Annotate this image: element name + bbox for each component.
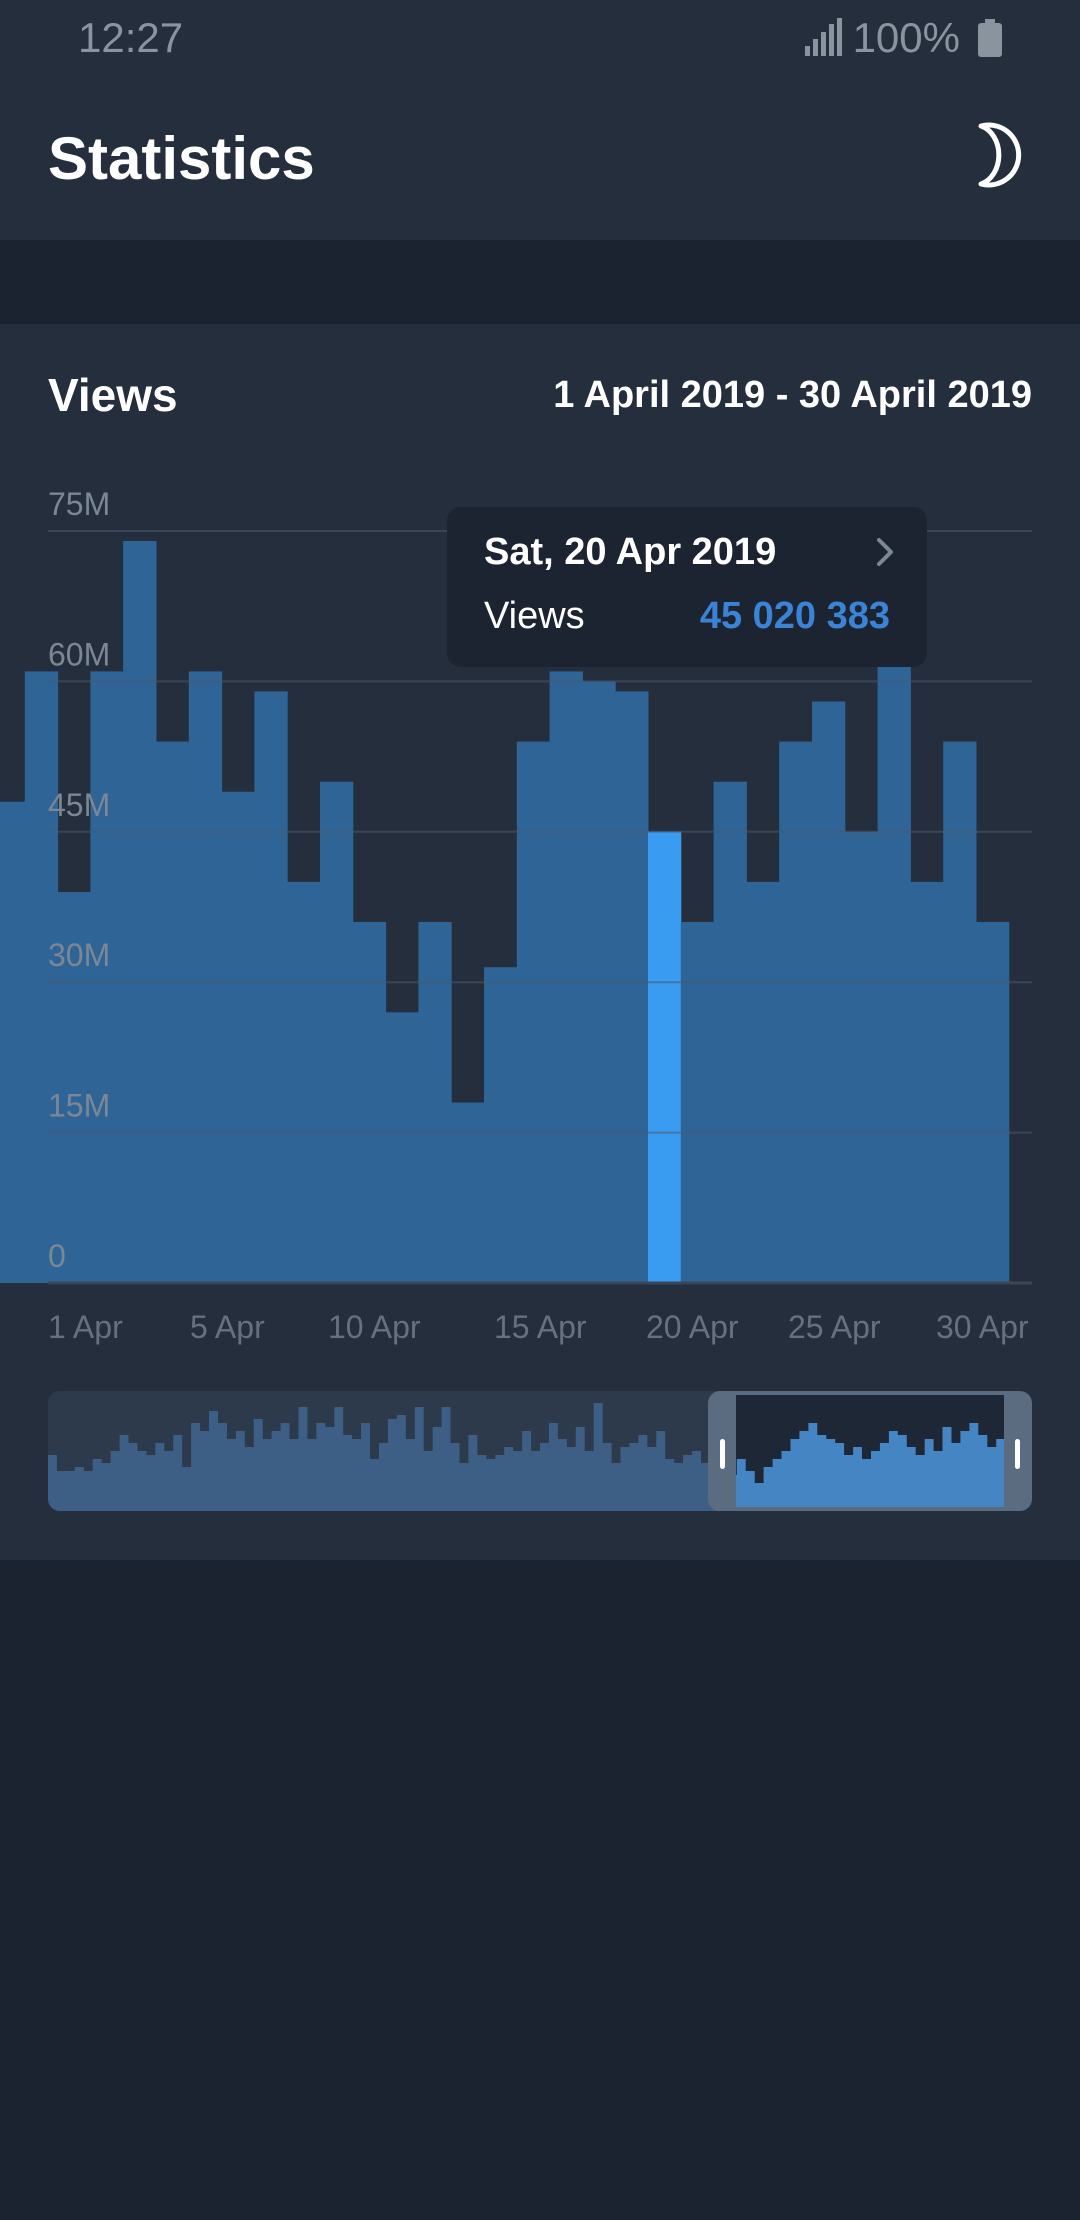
x-tick-label: 15 Apr: [494, 1309, 587, 1345]
bar[interactable]: [680, 922, 715, 1283]
bar[interactable]: [188, 671, 223, 1283]
tooltip-label: Views: [484, 595, 585, 637]
bar[interactable]: [287, 881, 321, 1283]
bar[interactable]: [615, 691, 649, 1283]
bar-selected[interactable]: [648, 831, 682, 1283]
tooltip-value: 45 020 383: [699, 595, 890, 637]
bar[interactable]: [221, 791, 255, 1283]
bar[interactable]: [156, 741, 190, 1283]
bar[interactable]: [844, 831, 879, 1283]
navigator-left-handle[interactable]: [720, 1439, 725, 1469]
x-tick-label: 25 Apr: [788, 1309, 881, 1345]
x-axis-labels: 1 Apr 5 Apr 10 Apr 15 Apr 20 Apr 25 Apr 30 Apr: [48, 1309, 1029, 1345]
bar[interactable]: [746, 881, 780, 1283]
range-navigator[interactable]: [48, 1391, 1032, 1511]
bar[interactable]: [943, 741, 977, 1283]
bar[interactable]: [418, 922, 452, 1283]
x-tick-label: 20 Apr: [646, 1309, 739, 1345]
bar[interactable]: [779, 741, 813, 1283]
bar[interactable]: [713, 781, 747, 1283]
bar[interactable]: [320, 781, 354, 1283]
navigator-window[interactable]: [708, 1391, 1032, 1511]
y-tick-label: 45M: [48, 787, 110, 823]
bar[interactable]: [812, 701, 846, 1284]
tooltip-date: Sat, 20 Apr 2019: [484, 531, 777, 573]
y-tick-label: 60M: [48, 636, 110, 672]
x-tick-label: 10 Apr: [328, 1309, 421, 1345]
bar[interactable]: [910, 881, 944, 1283]
bar[interactable]: [90, 671, 124, 1283]
y-tick-label: 0: [48, 1238, 66, 1274]
tooltip[interactable]: Sat, 20 Apr 2019 Views 45 020 383: [447, 507, 927, 667]
y-tick-label: 75M: [48, 486, 110, 522]
bar[interactable]: [385, 1012, 419, 1283]
bar[interactable]: [451, 1102, 485, 1284]
bar[interactable]: [352, 922, 387, 1283]
views-chart[interactable]: 0 15M 30M 45M 60M 75M 1 Apr 5 Apr 10 Apr 15 Apr 2…: [0, 0, 1080, 1560]
bar[interactable]: [877, 561, 911, 1283]
bar[interactable]: [484, 967, 518, 1283]
navigator-right-handle[interactable]: [1015, 1439, 1020, 1469]
bar[interactable]: [0, 801, 26, 1283]
bar[interactable]: [123, 541, 157, 1283]
chevron-right-icon[interactable]: [873, 537, 897, 567]
bar[interactable]: [549, 671, 583, 1283]
bar[interactable]: [24, 671, 59, 1283]
bar[interactable]: [976, 922, 1010, 1283]
bar[interactable]: [516, 741, 551, 1283]
y-tick-label: 30M: [48, 937, 110, 973]
bar[interactable]: [254, 691, 288, 1283]
y-tick-label: 15M: [48, 1088, 110, 1124]
x-tick-label: 30 Apr: [936, 1309, 1029, 1345]
x-tick-label: 1 Apr: [48, 1309, 123, 1345]
x-tick-label: 5 Apr: [190, 1309, 265, 1345]
